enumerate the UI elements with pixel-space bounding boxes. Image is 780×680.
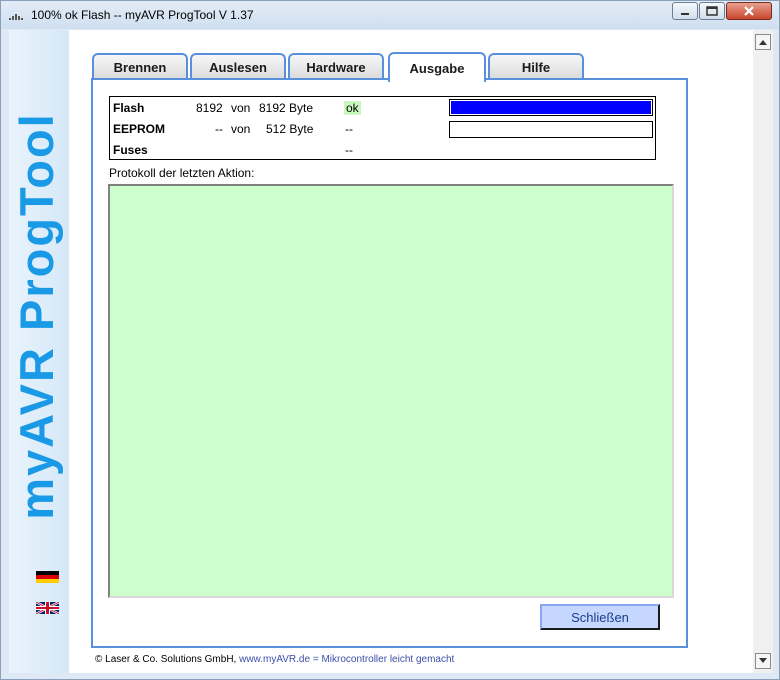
tab-brennen[interactable]: Brennen [92, 53, 188, 80]
flash-value: 8192 [196, 101, 223, 115]
footer-company: © Laser & Co. Solutions GmbH, [95, 654, 237, 665]
maximize-button[interactable] [699, 2, 725, 20]
footer: © Laser & Co. Solutions GmbH, www.myAVR.… [95, 654, 454, 665]
status-table: Flash 8192 von 8192 Byte ok EEPROM -- vo… [109, 96, 656, 160]
tab-label: Brennen [113, 60, 167, 75]
scroll-up-icon [759, 40, 767, 45]
eeprom-total: 512 Byte [266, 122, 314, 136]
title-bar[interactable]: 100% ok Flash -- myAVR ProgTool V 1.37 [1, 1, 779, 29]
tab-label: Ausgabe [409, 60, 465, 76]
fuses-state: -- [345, 143, 353, 157]
scroll-down-icon [759, 658, 767, 663]
log-label: Protokoll der letzten Aktion: [109, 166, 255, 180]
eeprom-state: -- [345, 122, 353, 136]
flash-label: Flash [113, 101, 145, 115]
window-title: 100% ok Flash -- myAVR ProgTool V 1.37 [31, 8, 254, 22]
scroll-down-button[interactable] [755, 653, 771, 669]
flag-germany-icon[interactable] [36, 571, 59, 583]
app-window: 100% ok Flash -- myAVR ProgTool V 1.37 m… [0, 0, 780, 680]
footer-website-link[interactable]: www.myAVR.de [239, 654, 310, 665]
flash-progress-bar [449, 99, 653, 116]
app-icon [9, 14, 23, 20]
brand-logo: myAVR ProgTool [10, 112, 63, 520]
close-button[interactable]: Schließen [540, 604, 660, 630]
eeprom-value: -- [215, 122, 223, 136]
fuses-label: Fuses [113, 143, 148, 157]
tab-label: Hardware [306, 60, 366, 75]
tab-label: Hilfe [521, 60, 551, 75]
maximize-icon [706, 6, 718, 16]
client-area: myAVR ProgTool Brennen Auslesen Hardware… [9, 30, 753, 673]
eeprom-of: von [231, 122, 251, 136]
minimize-icon [681, 13, 689, 15]
flash-state: ok [344, 101, 361, 115]
footer-slogan: Mikrocontroller leicht gemacht [321, 654, 455, 665]
tab-auslesen[interactable]: Auslesen [190, 53, 286, 80]
tab-hilfe[interactable]: Hilfe [488, 53, 584, 80]
flash-progress-fill [451, 101, 651, 114]
flash-total: 8192 Byte [259, 101, 314, 115]
tab-label: Auslesen [209, 60, 267, 75]
tab-ausgabe[interactable]: Ausgabe [388, 52, 486, 82]
sidebar: myAVR ProgTool [9, 30, 69, 673]
footer-separator: = [312, 654, 319, 665]
scroll-up-button[interactable] [755, 34, 771, 50]
tab-hardware[interactable]: Hardware [288, 53, 384, 80]
minimize-button[interactable] [672, 2, 698, 20]
close-icon [744, 6, 754, 16]
eeprom-progress-bar [449, 121, 653, 138]
flag-uk-icon[interactable] [36, 602, 59, 614]
eeprom-label: EEPROM [113, 122, 166, 136]
flash-of: von [231, 101, 251, 115]
log-output[interactable] [108, 184, 674, 598]
vertical-scrollbar[interactable] [753, 30, 773, 673]
output-panel: Flash 8192 von 8192 Byte ok EEPROM -- vo… [91, 78, 688, 648]
close-window-button[interactable] [726, 2, 772, 20]
